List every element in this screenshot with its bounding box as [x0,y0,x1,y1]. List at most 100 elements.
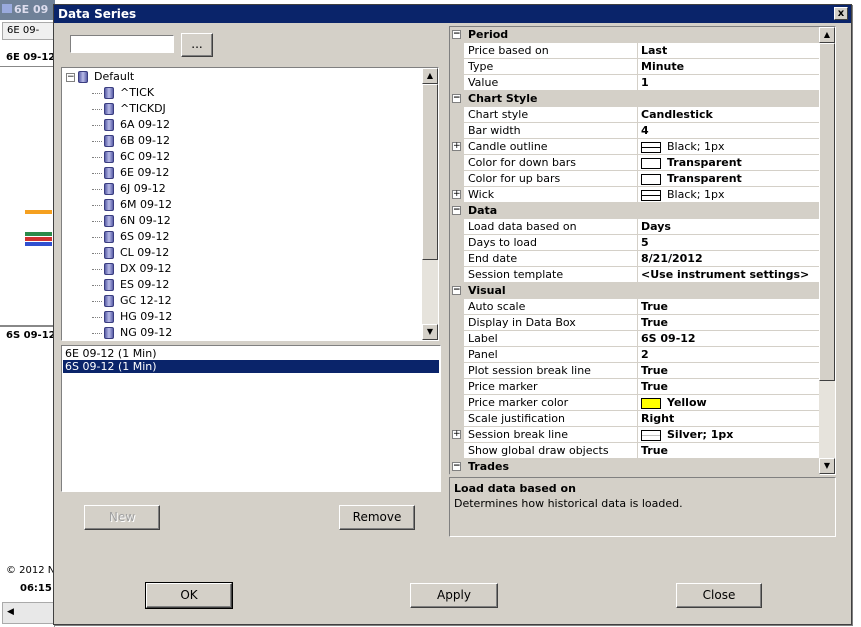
series-list-item[interactable]: 6S 09-12 (1 Min) [63,360,439,373]
property-value[interactable]: Minute [637,59,820,75]
property-row[interactable]: Scale justification Right [450,411,820,427]
scroll-down-icon[interactable]: ▼ [422,324,438,340]
property-value[interactable]: True [637,379,820,395]
collapse-icon[interactable]: − [452,286,461,295]
property-value[interactable]: Transparent [637,155,820,171]
property-value[interactable]: True [637,315,820,331]
tree-item[interactable]: GC 12-12 [92,294,172,310]
property-value[interactable]: 8/21/2012 [637,251,820,267]
collapse-icon[interactable]: − [66,72,75,82]
property-value[interactable]: Black; 1px [637,139,820,155]
dialog-titlebar[interactable]: Data Series x [54,5,851,23]
collapse-icon[interactable]: − [452,206,461,215]
property-category[interactable]: − Trades [450,459,820,475]
tree-item[interactable]: 6N 09-12 [92,214,171,230]
property-value[interactable]: Last [637,43,820,59]
property-value[interactable]: 5 [637,235,820,251]
property-row[interactable]: Panel 2 [450,347,820,363]
tree-item[interactable]: ^TICK [92,86,154,102]
property-value[interactable]: 2 [637,347,820,363]
chart-horizontal-scrollbar[interactable]: ◀ [2,602,55,624]
property-value[interactable]: Yellow [637,395,820,411]
scroll-down-icon[interactable]: ▼ [819,458,835,474]
property-row[interactable]: Price marker color Yellow [450,395,820,411]
property-value[interactable]: <Use instrument settings> [637,267,820,283]
property-value[interactable]: True [637,299,820,315]
property-value[interactable]: True [637,443,820,459]
property-value[interactable]: 1 [637,75,820,91]
property-scrollbar[interactable]: ▲ ▼ [819,27,835,474]
collapse-icon[interactable]: − [452,462,461,471]
tree-item[interactable]: DX 09-12 [92,262,171,278]
scroll-up-icon[interactable]: ▲ [819,27,835,43]
tree-item[interactable]: 6M 09-12 [92,198,172,214]
property-row[interactable]: Value 1 [450,75,820,91]
scroll-thumb[interactable] [819,43,835,381]
property-value[interactable]: Right [637,411,820,427]
tree-item[interactable]: 6E 09-12 [92,166,169,182]
series-list[interactable]: 6E 09-12 (1 Min) 6S 09-12 (1 Min) [61,345,441,492]
property-row[interactable]: Plot session break line True [450,363,820,379]
property-row[interactable]: Auto scale True [450,299,820,315]
scroll-up-icon[interactable]: ▲ [422,68,438,84]
property-value[interactable]: Candlestick [637,107,820,123]
property-row[interactable]: Display in Data Box True [450,315,820,331]
series-list-item[interactable]: 6E 09-12 (1 Min) [63,347,439,360]
property-value[interactable]: True [637,363,820,379]
property-category[interactable]: − Period [450,27,820,43]
property-row[interactable]: Session template <Use instrument settings… [450,267,820,283]
tree-item[interactable]: ^TICKDJ [92,102,166,118]
close-button[interactable]: Close [676,583,762,608]
close-icon[interactable]: x [834,7,848,20]
apply-button[interactable]: Apply [410,583,498,608]
ok-button[interactable]: OK [145,582,233,609]
scroll-left-icon[interactable]: ◀ [7,607,14,617]
new-button[interactable]: New [84,505,160,530]
tree-item[interactable]: ES 09-12 [92,278,169,294]
panel-splitter[interactable] [0,325,55,327]
instrument-tree[interactable]: − Default ^TICK ^TICKDJ 6A 09-12 6B 09-12 6C … [61,67,439,341]
remove-button[interactable]: Remove [339,505,415,530]
property-value[interactable]: Days [637,219,820,235]
tree-item[interactable]: 6J 09-12 [92,182,166,198]
scroll-thumb[interactable] [422,84,438,260]
property-row[interactable]: + Wick Black; 1px [450,187,820,203]
tree-item[interactable]: 6S 09-12 [92,230,169,246]
property-row[interactable]: Label 6S 09-12 [450,331,820,347]
tree-scrollbar[interactable]: ▲ ▼ [422,68,438,340]
property-value[interactable]: 4 [637,123,820,139]
property-row[interactable]: Bar width 4 [450,123,820,139]
property-row[interactable]: Days to load 5 [450,235,820,251]
property-row[interactable]: Show global draw objects True [450,443,820,459]
tree-item[interactable]: NG 09-12 [92,326,172,342]
instrument-search-input[interactable] [70,35,174,53]
property-row[interactable]: Chart style Candlestick [450,107,820,123]
collapse-icon[interactable]: − [452,30,461,39]
property-row[interactable]: Type Minute [450,59,820,75]
property-row[interactable]: End date 8/21/2012 [450,251,820,267]
tree-item[interactable]: HG 09-12 [92,310,172,326]
property-row[interactable]: + Candle outline Black; 1px [450,139,820,155]
property-value[interactable]: Silver; 1px [637,427,820,443]
tree-root[interactable]: − Default [66,70,134,86]
property-row[interactable]: Price based on Last [450,43,820,59]
property-category[interactable]: − Visual [450,283,820,299]
chart-tab[interactable]: 6E 09- [2,22,55,40]
property-category[interactable]: − Data [450,203,820,219]
property-value[interactable]: 6S 09-12 [637,331,820,347]
property-grid[interactable]: − Period Price based on Last Type Minute Value… [449,26,836,475]
expand-icon[interactable]: + [452,142,461,151]
property-row[interactable]: Load data based on Days [450,219,820,235]
property-row[interactable]: Color for down bars Transparent [450,155,820,171]
tree-item[interactable]: 6B 09-12 [92,134,170,150]
expand-icon[interactable]: + [452,190,461,199]
collapse-icon[interactable]: − [452,94,461,103]
property-row[interactable]: Price marker True [450,379,820,395]
property-row[interactable]: + Session break line Silver; 1px [450,427,820,443]
property-row[interactable]: Color for up bars Transparent [450,171,820,187]
property-category[interactable]: − Chart Style [450,91,820,107]
property-value[interactable]: Black; 1px [637,187,820,203]
property-value[interactable]: Transparent [637,171,820,187]
tree-item[interactable]: 6A 09-12 [92,118,170,134]
browse-button[interactable]: ... [181,33,213,57]
